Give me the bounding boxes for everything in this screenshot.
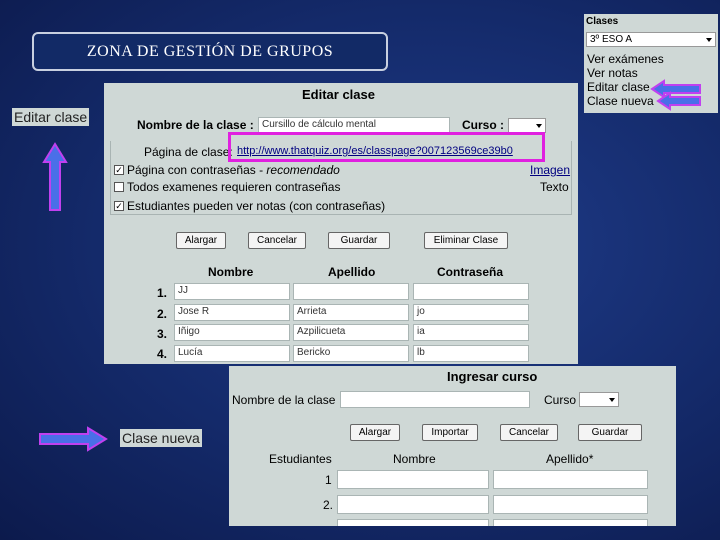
option-2-text: Todos examenes requieren contraseñas bbox=[127, 180, 341, 194]
row-number: 2. bbox=[323, 498, 334, 512]
nombre-input[interactable]: JJ bbox=[174, 283, 290, 300]
nombre-input[interactable]: Lucía bbox=[174, 345, 290, 362]
eliminar-clase-button[interactable]: Eliminar Clase bbox=[424, 232, 508, 249]
new-apellido-input[interactable] bbox=[493, 470, 648, 489]
password-input[interactable]: jo bbox=[413, 304, 529, 321]
new-guardar-button[interactable]: Guardar bbox=[578, 424, 642, 441]
option-3-text: Estudiantes pueden ver notas (con contra… bbox=[127, 199, 386, 213]
nombre-input[interactable]: Iñigo bbox=[174, 324, 290, 341]
class-select[interactable]: 3º ESO A bbox=[586, 32, 716, 47]
cancelar-button[interactable]: Cancelar bbox=[248, 232, 306, 249]
apellido-input[interactable] bbox=[293, 283, 409, 300]
new-alargar-button[interactable]: Alargar bbox=[350, 424, 400, 441]
text-option[interactable]: Texto bbox=[540, 180, 569, 194]
row-number: 3. bbox=[157, 327, 168, 341]
new-apellido-input[interactable] bbox=[493, 495, 648, 514]
row-number: 4. bbox=[157, 347, 168, 361]
slide-title: ZONA DE GESTIÓN DE GRUPOS bbox=[32, 32, 388, 71]
right-arrow-icon bbox=[39, 426, 108, 452]
chevron-down-icon bbox=[706, 38, 712, 42]
col-estudiantes: Estudiantes bbox=[269, 452, 332, 466]
edit-form-title: Editar clase bbox=[302, 87, 375, 102]
alargar-button[interactable]: Alargar bbox=[176, 232, 226, 249]
col-new-nombre: Nombre bbox=[393, 452, 436, 466]
importar-button[interactable]: Importar bbox=[422, 424, 478, 441]
course-select[interactable] bbox=[508, 118, 546, 133]
row-number: 1. bbox=[157, 286, 168, 300]
apellido-input[interactable]: Bericko bbox=[293, 345, 409, 362]
password-input[interactable]: lb bbox=[413, 345, 529, 362]
col-nombre: Nombre bbox=[208, 265, 254, 279]
side-label-editar-clase: Editar clase bbox=[12, 108, 90, 126]
course-label: Curso : bbox=[462, 118, 504, 132]
new-class-panel: Ingresar curso Nombre de la clase Curso … bbox=[229, 366, 676, 526]
menu-item-editar-clase[interactable]: Editar clase bbox=[587, 80, 650, 94]
guardar-button[interactable]: Guardar bbox=[328, 232, 390, 249]
new-form-title: Ingresar curso bbox=[447, 369, 538, 384]
chevron-down-icon bbox=[536, 124, 542, 128]
up-arrow-icon bbox=[42, 142, 68, 211]
all-exams-password-checkbox[interactable] bbox=[114, 182, 124, 192]
password-page-checkbox[interactable]: ✓ bbox=[114, 165, 124, 175]
new-nombre-input[interactable] bbox=[337, 519, 489, 526]
col-apellido: Apellido bbox=[328, 265, 376, 279]
new-course-select[interactable] bbox=[579, 392, 619, 407]
apellido-input[interactable]: Azpilicueta bbox=[293, 324, 409, 341]
col-new-apellido: Apellido* bbox=[546, 452, 594, 466]
new-cancelar-button[interactable]: Cancelar bbox=[500, 424, 558, 441]
new-class-name-label: Nombre de la clase bbox=[232, 393, 336, 407]
class-select-value: 3º ESO A bbox=[590, 34, 633, 45]
password-input[interactable]: ia bbox=[413, 324, 529, 341]
left-arrow-icon bbox=[656, 91, 701, 111]
menu-item-ver-notas[interactable]: Ver notas bbox=[587, 66, 638, 80]
row-number: 1 bbox=[325, 473, 332, 487]
nombre-input[interactable]: Jose R bbox=[174, 304, 290, 321]
image-link[interactable]: Imagen bbox=[530, 163, 570, 177]
row-number: 2. bbox=[157, 307, 168, 321]
class-name-label: Nombre de la clase : bbox=[137, 118, 254, 132]
side-label-clase-nueva: Clase nueva bbox=[120, 429, 202, 447]
col-contrasena: Contraseña bbox=[437, 265, 504, 279]
new-nombre-input[interactable] bbox=[337, 495, 489, 514]
menu-item-clase-nueva[interactable]: Clase nueva bbox=[587, 94, 654, 108]
students-see-grades-checkbox[interactable]: ✓ bbox=[114, 201, 124, 211]
chevron-down-icon bbox=[609, 398, 615, 402]
new-class-name-input[interactable] bbox=[340, 391, 530, 408]
apellido-input[interactable]: Arrieta bbox=[293, 304, 409, 321]
menu-item-ver-examenes[interactable]: Ver exámenes bbox=[587, 52, 664, 66]
password-input[interactable] bbox=[413, 283, 529, 300]
class-menu-label: Clases bbox=[586, 16, 619, 27]
new-course-label: Curso bbox=[544, 393, 577, 407]
option-1-text: Página con contraseñas - recomendado bbox=[127, 163, 340, 177]
new-apellido-input[interactable] bbox=[493, 519, 648, 526]
new-nombre-input[interactable] bbox=[337, 470, 489, 489]
edit-class-panel: Editar clase Nombre de la clase : Cursil… bbox=[104, 83, 578, 364]
